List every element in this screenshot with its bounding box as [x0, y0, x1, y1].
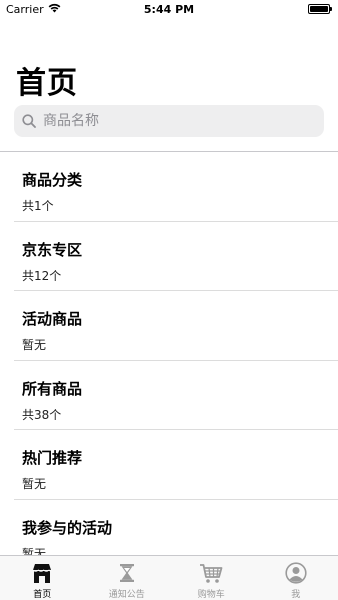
category-list: 商品分类 共1个 京东专区 共12个 活动商品 暂无 所有商品 共38个 热门推…	[0, 152, 338, 556]
list-item-my-activities[interactable]: 我参与的活动 暂无	[0, 500, 338, 556]
list-item-jd-zone[interactable]: 京东专区 共12个	[0, 222, 338, 292]
list-item-title: 活动商品	[22, 310, 83, 329]
tab-me[interactable]: 我	[254, 556, 338, 600]
status-bar: Carrier 5:44 PM	[0, 0, 338, 20]
tab-home[interactable]: 首页	[0, 556, 85, 600]
tab-bar: 首页 通知公告 购物车 我	[0, 555, 338, 600]
cart-icon	[199, 562, 223, 584]
tab-label: 首页	[33, 590, 52, 600]
list-item-title: 我参与的活动	[22, 518, 113, 537]
tab-cart[interactable]: 购物车	[169, 556, 254, 600]
list-item-title: 商品分类	[22, 171, 83, 189]
list-item-title: 所有商品	[22, 379, 83, 398]
battery-icon	[308, 4, 332, 14]
list-item-hot-picks[interactable]: 热门推荐 暂无	[0, 430, 338, 500]
store-icon	[30, 562, 54, 584]
tab-label: 购物车	[197, 590, 225, 600]
list-item-promo-products[interactable]: 活动商品 暂无	[0, 291, 338, 361]
list-item-subtitle: 暂无	[22, 338, 47, 353]
list-item-product-categories[interactable]: 商品分类 共1个	[0, 152, 338, 222]
list-item-title: 京东专区	[22, 240, 83, 259]
search-input[interactable]	[43, 113, 303, 129]
list-item-subtitle: 共38个	[22, 407, 62, 422]
list-item-subtitle: 共12个	[22, 268, 62, 283]
list-item-title: 热门推荐	[22, 449, 83, 468]
list-item-subtitle: 共1个	[22, 199, 54, 213]
tab-label: 通知公告	[108, 590, 145, 600]
tab-notices[interactable]: 通知公告	[85, 556, 170, 600]
search-icon	[22, 114, 37, 129]
list-item-subtitle: 暂无	[22, 477, 47, 492]
tab-label: 我	[291, 590, 301, 600]
page-title: 首页	[16, 66, 78, 101]
hourglass-icon	[115, 562, 139, 584]
search-bar[interactable]	[14, 105, 324, 137]
user-icon	[284, 562, 308, 584]
clock: 5:44 PM	[143, 3, 195, 16]
list-item-all-products[interactable]: 所有商品 共38个	[0, 361, 338, 431]
